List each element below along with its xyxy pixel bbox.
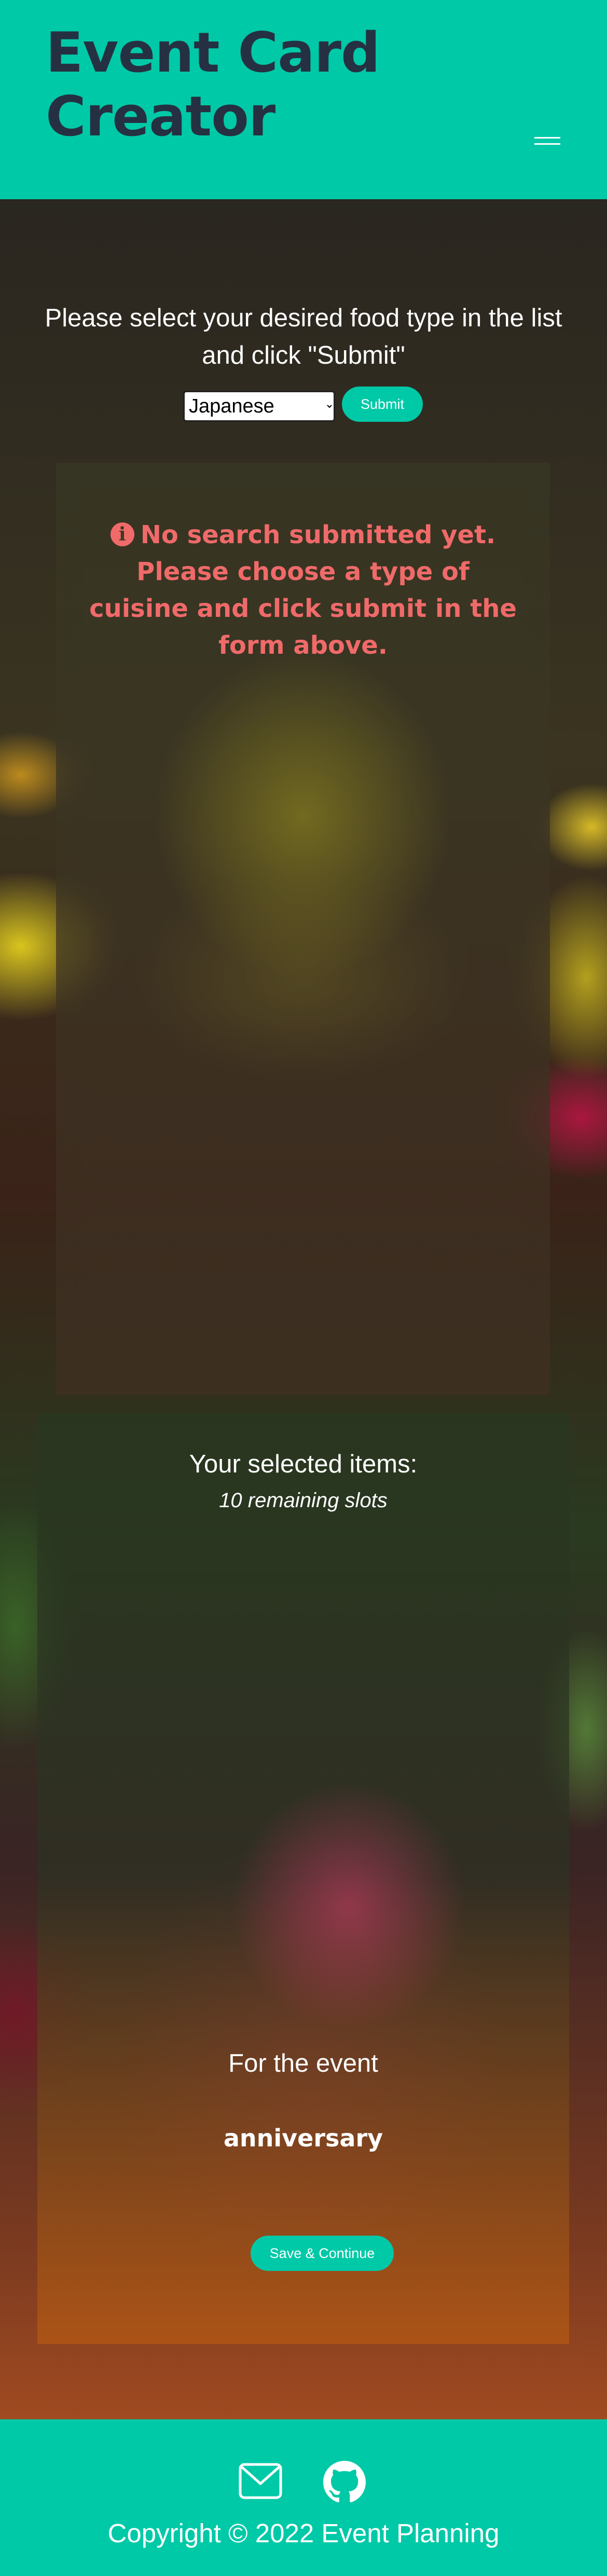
selected-items-panel: Your selected items: 10 remaining slots … [37, 1413, 569, 2344]
selected-items-heading: Your selected items: [189, 1450, 418, 1478]
remaining-slots-text: 10 remaining slots [219, 1489, 388, 1512]
hamburger-menu-icon[interactable] [534, 134, 560, 149]
footer-icons [239, 2461, 374, 2504]
site-footer: Copyright © 2022 Event Planning [0, 2419, 607, 2576]
event-name: anniversary [223, 2124, 383, 2152]
info-circle-icon: i [110, 522, 134, 546]
mail-icon[interactable] [239, 2463, 282, 2499]
submit-button[interactable]: Submit [342, 387, 423, 422]
site-header: Event Card Creator [0, 0, 607, 199]
copyright-text: Copyright © 2022 Event Planning [107, 2518, 500, 2548]
event-label: For the event [228, 2049, 378, 2077]
no-search-message: i No search submitted yet. Please choose … [87, 517, 519, 664]
search-instructions: Please select your desired food type in … [45, 304, 562, 369]
results-panel: i No search submitted yet. Please choose … [56, 463, 550, 1395]
save-continue-button[interactable]: Save & Continue [251, 2236, 394, 2271]
cuisine-select[interactable]: Japanese [183, 391, 335, 422]
github-icon[interactable] [323, 2461, 366, 2503]
no-search-text: No search submitted yet. Please choose a… [89, 520, 517, 660]
cuisine-form: Japanese Submit [0, 387, 607, 424]
site-title: Event Card Creator [46, 21, 380, 148]
